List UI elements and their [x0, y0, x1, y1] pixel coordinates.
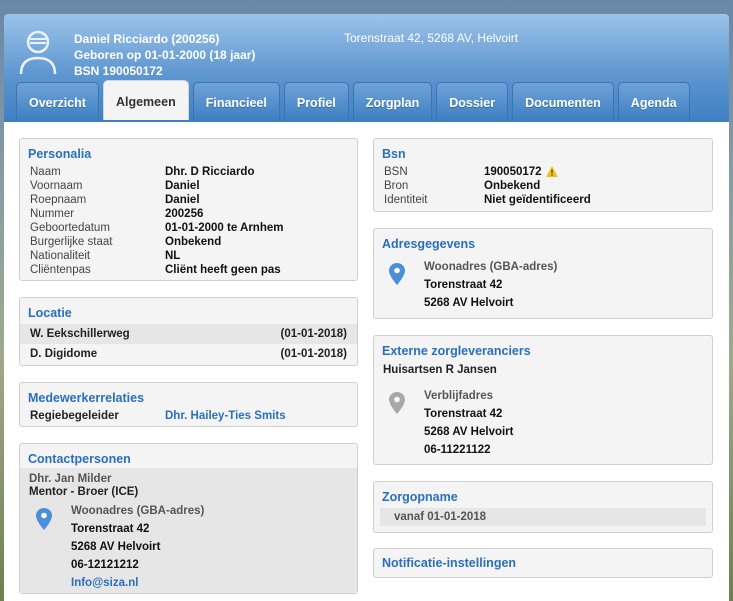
patient-info: Daniel Ricciardo (200256) Geboren op 01-…	[74, 31, 255, 79]
personalia-row: Geboortedatum 01-01-2000 te Arnhem	[30, 222, 284, 234]
medewerker-link[interactable]: Dhr. Hailey-Ties Smits	[165, 409, 286, 423]
notificatie-panel[interactable]: Notificatie-instellingen	[373, 548, 713, 578]
locatie-row[interactable]: W. Eekschillerweg (01-01-2018)	[20, 324, 357, 344]
notificatie-title: Notificatie-instellingen	[382, 556, 517, 570]
warning-icon	[545, 166, 558, 177]
locatie-date: (01-01-2018)	[280, 328, 347, 340]
locatie-date: (01-01-2018)	[280, 348, 347, 360]
patient-address: Torenstraat 42, 5268 AV, Helvoirt	[344, 31, 519, 45]
contact-address: Woonadres (GBA-adres) Torenstraat 42 526…	[71, 502, 204, 592]
medewerker-row: Regiebegeleider Dhr. Hailey-Ties Smits	[20, 409, 357, 423]
tab-profiel[interactable]: Profiel	[283, 82, 349, 120]
content-panel: Personalia Naam Dhr. D Ricciardo Voornaam…	[4, 122, 729, 601]
personalia-row: Burgerlijke staat Onbekend	[30, 236, 222, 248]
contact-street: Torenstraat 42	[71, 523, 150, 535]
contactpersonen-panel: Contactpersonen Dhr. Jan Milder Mentor -…	[19, 443, 358, 594]
personalia-row: Naam Dhr. D Ricciardo	[30, 166, 255, 178]
bsn-row: BSN 190050172	[374, 165, 712, 179]
tab-overzicht[interactable]: Overzicht	[16, 82, 99, 120]
contact-name: Dhr. Jan Milder	[29, 473, 112, 485]
location-pin-icon	[389, 392, 405, 414]
bsn-row: Bron Onbekend	[384, 180, 541, 192]
location-pin-icon	[389, 263, 405, 285]
zorgopname-title: Zorgopname	[382, 490, 458, 504]
personalia-row: Voornaam Daniel	[30, 180, 200, 192]
patient-birthdate: Geboren op 01-01-2000 (18 jaar)	[74, 48, 256, 62]
tab-zorgplan[interactable]: Zorgplan	[352, 82, 433, 120]
personalia-panel: Personalia Naam Dhr. D Ricciardo Voornaam…	[19, 138, 358, 281]
zorgleverancier-city: 5268 AV Helvoirt	[424, 426, 514, 438]
patient-name: Daniel Ricciardo (200256)	[74, 32, 220, 46]
tab-financieel[interactable]: Financieel	[192, 82, 280, 120]
personalia-title: Personalia	[28, 147, 92, 161]
zorgleverancier-phone: 06-11221122	[424, 444, 491, 456]
externe-zorgleveranciers-panel: Externe zorgleveranciers Huisartsen R Ja…	[373, 335, 713, 465]
contact-card: Dhr. Jan Milder Mentor - Broer (ICE) Woo…	[20, 468, 357, 593]
contact-phone: 06-12121212	[71, 559, 139, 571]
personalia-row: Roepnaam Daniel	[30, 194, 200, 206]
personalia-row: Cliëntenpas Cliënt heeft geen pas	[30, 264, 281, 276]
adres-street: Torenstraat 42	[424, 279, 503, 291]
contactpersonen-title: Contactpersonen	[28, 452, 131, 466]
contact-email-link[interactable]: Info@siza.nl	[71, 574, 204, 592]
zorgleverancier-address-label: Verblijfadres	[424, 390, 494, 402]
contact-relation: Mentor - Broer (ICE)	[29, 486, 139, 498]
zorgopname-panel: Zorgopname vanaf 01-01-2018	[373, 481, 713, 533]
tab-algemeen[interactable]: Algemeen	[102, 80, 189, 120]
adres-block: Woonadres (GBA-adres) Torenstraat 42 526…	[424, 258, 557, 312]
contact-city: 5268 AV Helvoirt	[71, 541, 161, 553]
bsn-title: Bsn	[382, 147, 406, 161]
location-pin-icon	[36, 508, 52, 530]
externe-zorgleveranciers-title: Externe zorgleveranciers	[382, 344, 531, 358]
adres-city: 5268 AV Helvoirt	[424, 297, 514, 309]
personalia-row: Nationaliteit NL	[30, 250, 181, 262]
locatie-title: Locatie	[28, 306, 72, 320]
bsn-panel: Bsn BSN 190050172 Bron Onbekend Identitei…	[373, 138, 713, 212]
client-header: Daniel Ricciardo (200256) Geboren op 01-…	[4, 14, 729, 122]
bsn-row: Identiteit Niet geïdentificeerd	[384, 194, 591, 206]
tab-bar: Overzicht Algemeen Financieel Profiel Zo…	[16, 80, 690, 120]
client-avatar-icon	[19, 30, 57, 75]
zorgleverancier-street: Torenstraat 42	[424, 408, 503, 420]
zorgleverancier-address: Verblijfadres Torenstraat 42 5268 AV Hel…	[424, 387, 513, 459]
contact-address-label: Woonadres (GBA-adres)	[71, 505, 205, 517]
locatie-name: D. Digidome	[30, 348, 98, 360]
medewerkerrelaties-panel: Medewerkerrelaties Regiebegeleider Dhr. …	[19, 382, 358, 427]
medewerker-role: Regiebegeleider	[30, 410, 119, 422]
tab-documenten[interactable]: Documenten	[512, 82, 614, 120]
adresgegevens-panel: Adresgegevens Woonadres (GBA-adres) Tore…	[373, 228, 713, 319]
tab-agenda[interactable]: Agenda	[617, 82, 690, 120]
adresgegevens-title: Adresgegevens	[382, 237, 476, 251]
locatie-name: W. Eekschillerweg	[30, 328, 130, 340]
medewerkerrelaties-title: Medewerkerrelaties	[28, 391, 145, 405]
locatie-panel: Locatie W. Eekschillerweg (01-01-2018) D…	[19, 297, 358, 366]
zorgleverancier-name: Huisartsen R Jansen	[383, 364, 497, 376]
zorgopname-value: vanaf 01-01-2018	[380, 508, 706, 526]
tab-dossier[interactable]: Dossier	[436, 82, 509, 120]
locatie-row[interactable]: D. Digidome (01-01-2018)	[20, 344, 357, 364]
personalia-row: Nummer 200256	[30, 208, 204, 220]
adres-label: Woonadres (GBA-adres)	[424, 261, 558, 273]
patient-bsn: BSN 190050172	[74, 64, 163, 78]
